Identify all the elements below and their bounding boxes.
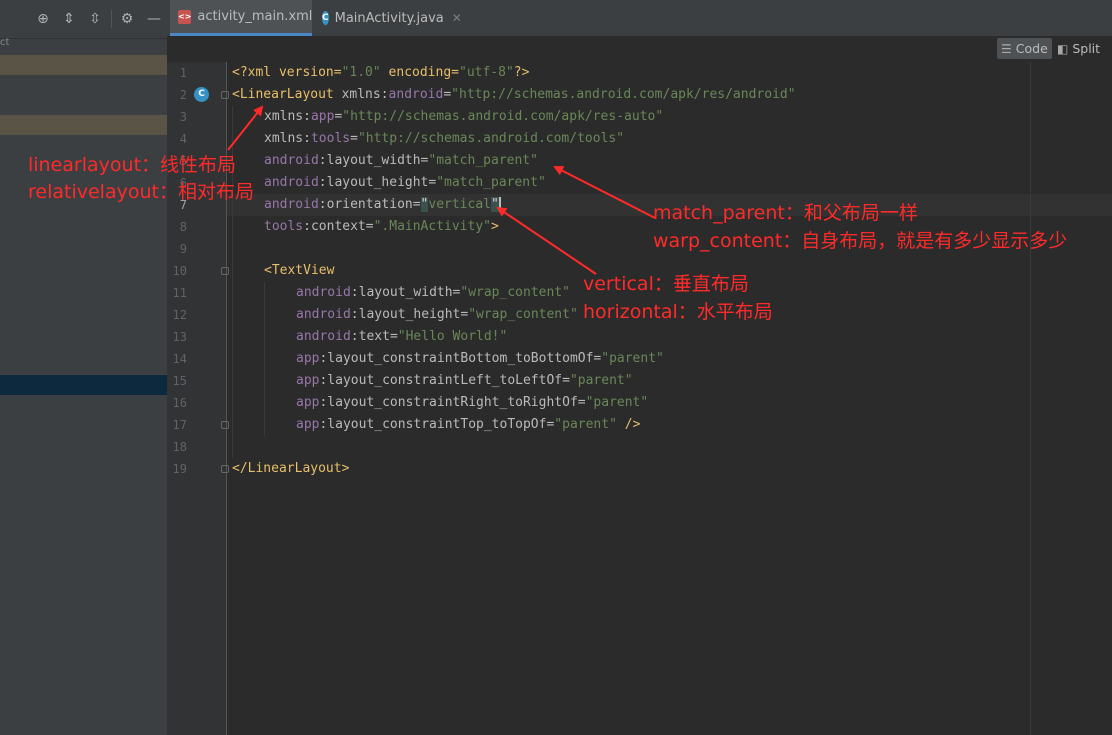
tree-row-highlighted[interactable] [0, 115, 167, 135]
tab-activity-main[interactable]: <> activity_main.xml ✕ [170, 0, 330, 36]
xml-file-icon: <> [178, 9, 192, 24]
toolbar-divider [111, 10, 112, 28]
annotation-linearlayout: linearlayout：线性布局 [28, 154, 237, 176]
indent-guide [264, 282, 265, 436]
tree-row-highlighted[interactable] [0, 55, 167, 75]
code-line-19: </LinearLayout> [232, 461, 350, 476]
line-number: 12 [172, 308, 187, 322]
annotation-horizontal: horizontal：水平布局 [583, 301, 773, 323]
code-line-7: android:orientation="vertical" [264, 197, 501, 212]
split-view-icon: ◧ [1057, 41, 1069, 56]
line-number: 18 [172, 440, 187, 454]
code-line-4: xmlns:tools="http://schemas.android.com/… [264, 131, 625, 146]
editor-tab-bar: <> activity_main.xml ✕ C MainActivity.ja… [167, 0, 1112, 37]
code-line-3: xmlns:app="http://schemas.android.com/ap… [264, 109, 664, 124]
project-toolbar: ⊕ ⇕ ⇳ ⚙ — [0, 0, 167, 39]
code-line-1: <?xml version="1.0" encoding="utf-8"?> [232, 65, 530, 80]
line-number: 3 [179, 110, 187, 124]
annotation-vertical: vertical：垂直布局 [583, 273, 749, 295]
annotation-match-parent: match_parent：和父布局一样 [653, 202, 918, 224]
code-line-15: app:layout_constraintLeft_toLeftOf="pare… [296, 373, 633, 388]
crosshair-icon[interactable]: ⊕ [35, 11, 51, 27]
java-class-icon: C [322, 11, 329, 25]
gear-icon[interactable]: ⚙ [119, 11, 135, 27]
fold-icon[interactable] [221, 267, 229, 275]
close-icon[interactable]: ✕ [452, 11, 462, 25]
line-number: 19 [172, 462, 187, 476]
minimize-icon[interactable]: — [146, 11, 162, 27]
annotation-wrap-content: warp_content：自身布局，就是有多少显示多少 [653, 230, 1068, 252]
code-line-2: <LinearLayout xmlns:android="http://sche… [232, 87, 796, 102]
code-line-14: app:layout_constraintBottom_toBottomOf="… [296, 351, 664, 366]
annotation-relativelayout: relativelayout：相对布局 [28, 181, 254, 203]
split-view-label: Split [1072, 41, 1101, 56]
right-margin-guide [1030, 62, 1031, 735]
project-label: ct [0, 37, 10, 48]
code-line-6: android:layout_height="match_parent" [264, 175, 546, 190]
project-panel: ⊕ ⇕ ⇳ ⚙ — ct [0, 0, 167, 735]
code-line-13: android:text="Hello World!" [296, 329, 508, 344]
line-number: 10 [172, 264, 187, 278]
collapse-all-icon[interactable]: ⇳ [87, 11, 103, 27]
code-line-8: tools:context=".MainActivity"> [264, 219, 499, 234]
code-line-5: android:layout_width="match_parent" [264, 153, 538, 168]
line-number: 14 [172, 352, 187, 366]
line-number: 13 [172, 330, 187, 344]
line-number: 8 [179, 220, 187, 234]
fold-icon[interactable] [221, 91, 229, 99]
code-view-button[interactable]: ☰ Code [997, 38, 1052, 59]
line-number: 15 [172, 374, 187, 388]
class-marker-icon[interactable]: C [194, 87, 209, 102]
tab-main-activity[interactable]: C MainActivity.java ✕ [322, 0, 462, 36]
code-line-12: android:layout_height="wrap_content" [296, 307, 578, 322]
line-number: 4 [179, 132, 187, 146]
split-view-button[interactable]: ◧ Split [1053, 38, 1104, 59]
code-line-16: app:layout_constraintRight_toRightOf="pa… [296, 395, 649, 410]
tab-label: activity_main.xml [197, 9, 313, 24]
text-caret [498, 197, 501, 212]
line-number: 11 [172, 286, 187, 300]
line-number: 2 [179, 88, 187, 102]
view-mode-bar: ☰ Code ◧ Split [167, 36, 1112, 62]
code-line-10: <TextView [264, 263, 335, 278]
tab-label: MainActivity.java [334, 10, 444, 26]
fold-icon[interactable] [221, 421, 229, 429]
line-number: 9 [179, 242, 187, 256]
line-number: 1 [179, 66, 187, 80]
fold-icon[interactable] [221, 465, 229, 473]
tree-row-selected[interactable] [0, 375, 167, 395]
code-view-icon: ☰ [1001, 41, 1012, 56]
line-number: 17 [172, 418, 187, 432]
code-view-label: Code [1015, 41, 1048, 56]
code-line-17: app:layout_constraintTop_toTopOf="parent… [296, 417, 641, 432]
expand-all-icon[interactable]: ⇕ [61, 11, 77, 27]
line-number: 16 [172, 396, 187, 410]
code-line-11: android:layout_width="wrap_content" [296, 285, 570, 300]
